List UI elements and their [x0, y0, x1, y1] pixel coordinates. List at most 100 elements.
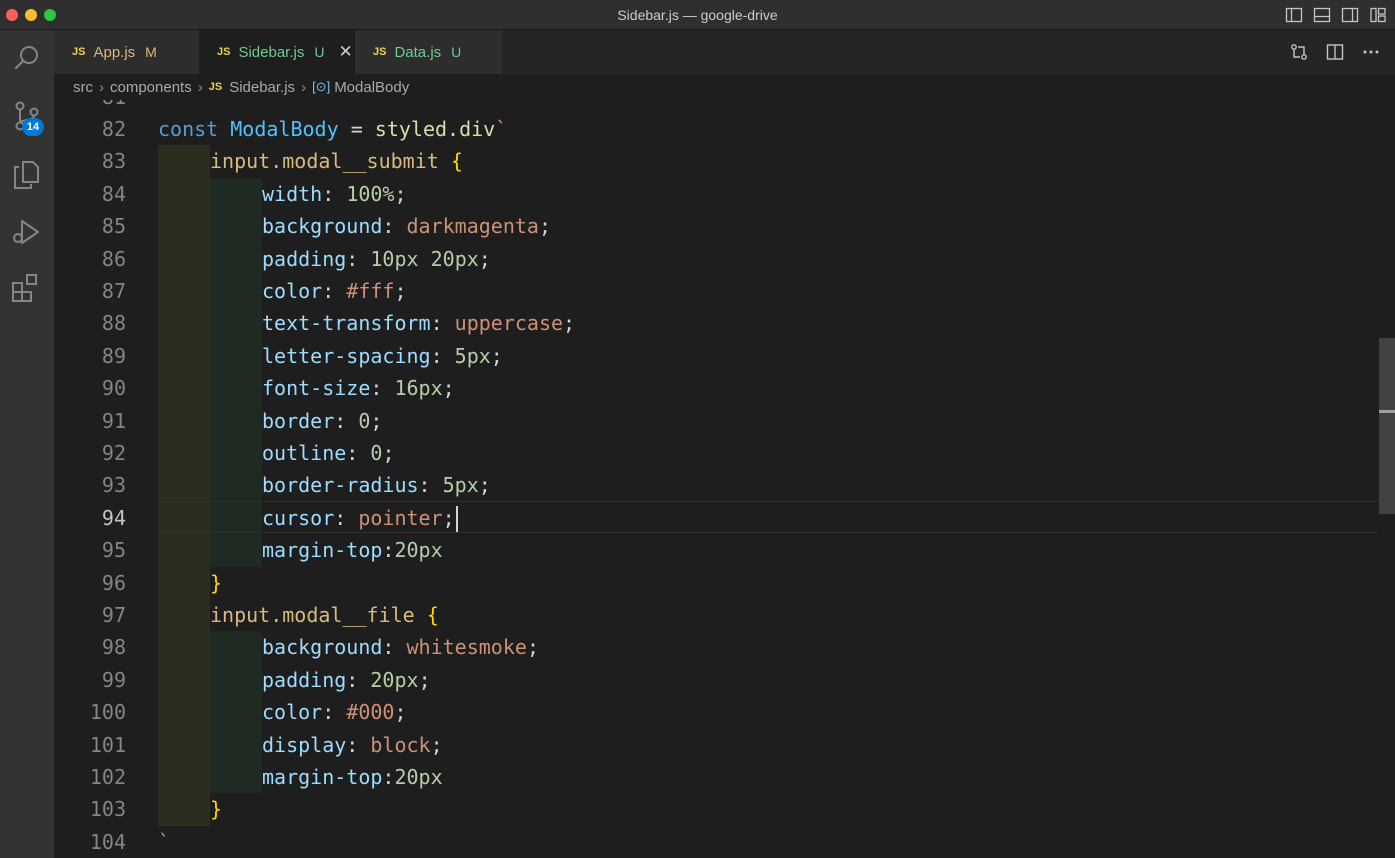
line-number: 84	[101, 181, 126, 206]
tab-sidebar-js[interactable]: JS Sidebar.js U ✕	[199, 30, 355, 74]
indent-guide	[210, 339, 262, 373]
code-line[interactable]: font-size: 16px;	[262, 372, 455, 404]
breadcrumb-item-src[interactable]: src	[73, 79, 93, 96]
code-line[interactable]: const ModalBody = styled.div`	[158, 113, 507, 145]
code-line[interactable]: display: block;	[262, 729, 443, 761]
line-number: 82	[101, 117, 126, 141]
indent-guide	[158, 631, 210, 664]
indent-guide	[158, 793, 210, 826]
git-status-badge: U	[451, 44, 462, 60]
toggle-panel-icon[interactable]	[1313, 6, 1331, 24]
line-number: 95	[101, 538, 126, 563]
split-editor-icon[interactable]	[1325, 42, 1345, 67]
code-line[interactable]: border-radius: 5px;	[262, 469, 491, 501]
indent-guide	[158, 145, 210, 178]
javascript-file-icon: JS	[208, 81, 223, 93]
indent-guide	[210, 534, 262, 567]
more-actions-icon[interactable]	[1361, 42, 1381, 67]
code-line[interactable]: padding: 10px 20px;	[262, 243, 491, 275]
line-number: 93	[101, 473, 126, 498]
code-line[interactable]: background: darkmagenta;	[262, 210, 551, 242]
symbol-variable-icon: [⊙]	[312, 79, 331, 94]
indent-guide	[210, 728, 262, 761]
indent-guide	[210, 761, 262, 794]
javascript-file-icon: JS	[373, 46, 387, 58]
line-number: 88	[101, 311, 126, 336]
line-number: 87	[101, 279, 126, 303]
indent-guide	[158, 372, 210, 405]
indent-guide	[158, 177, 210, 211]
javascript-file-icon: JS	[217, 46, 231, 58]
line-number: 91	[101, 408, 126, 433]
indent-guide	[158, 275, 210, 308]
code-line[interactable]: padding: 20px;	[262, 664, 431, 696]
search-icon[interactable]	[9, 40, 45, 76]
code-line[interactable]: color: #000;	[262, 696, 407, 728]
chevron-right-icon: ›	[197, 78, 203, 96]
code-line[interactable]: border: 0;	[262, 405, 382, 437]
code-line[interactable]: margin-top:20px	[262, 534, 443, 566]
code-line[interactable]: outline: 0;	[262, 437, 394, 469]
breadcrumb-item-symbol[interactable]: ModalBody	[334, 79, 409, 96]
tab-app-js[interactable]: JS App.js M	[54, 30, 199, 74]
indent-guide	[158, 210, 210, 243]
code-line[interactable]: }	[210, 793, 222, 825]
line-number: 104	[89, 829, 126, 854]
line-number: 89	[101, 343, 126, 368]
line-number: 81	[54, 100, 126, 113]
line-number: 92	[101, 441, 126, 465]
line-number: 96	[101, 570, 126, 595]
tab-label: App.js	[93, 43, 136, 61]
indent-guide	[158, 696, 210, 729]
indent-guide	[158, 534, 210, 567]
code-line[interactable]: input.modal__submit {	[210, 145, 463, 177]
code-line[interactable]: text-transform: uppercase;	[262, 307, 575, 339]
code-line[interactable]: background: whitesmoke;	[262, 631, 539, 663]
line-number: 100	[89, 700, 126, 725]
scrollbar-thumb[interactable]	[1379, 338, 1395, 514]
indent-guide	[158, 339, 210, 373]
source-control-badge: 14	[22, 118, 44, 136]
chevron-right-icon: ›	[99, 78, 104, 96]
indent-guide	[158, 307, 210, 340]
close-icon[interactable]: ✕	[338, 42, 352, 62]
code-line[interactable]: input.modal__file {	[210, 599, 439, 631]
code-line[interactable]: margin-top:20px	[262, 761, 443, 793]
code-editor[interactable]: 81 82 83 84 85 86 87 88 89 90 91 92 93 94 95 96 97 98 99 10…	[54, 100, 1395, 858]
indent-guide	[210, 177, 262, 211]
code-line[interactable]: width: 100%;	[262, 178, 407, 210]
line-number: 85	[101, 214, 126, 239]
toggle-secondary-sidebar-icon[interactable]	[1341, 6, 1359, 24]
line-number: 103	[89, 797, 126, 822]
line-number: 98	[101, 635, 126, 660]
line-number: 83	[101, 149, 126, 174]
extensions-icon[interactable]	[9, 270, 45, 306]
indent-guide	[158, 404, 210, 437]
code-line[interactable]: }	[210, 567, 222, 599]
breadcrumb-item-components[interactable]: components	[110, 79, 192, 96]
line-number: 90	[101, 376, 126, 401]
breadcrumb: src › components › JS Sidebar.js › [⊙] M…	[54, 74, 1395, 100]
code-line[interactable]: cursor: pointer;	[262, 502, 458, 534]
explorer-icon[interactable]	[9, 156, 45, 192]
code-line[interactable]: `	[158, 826, 170, 858]
code-line[interactable]: color: #fff;	[262, 275, 407, 307]
code-line[interactable]: letter-spacing: 5px;	[262, 340, 503, 372]
open-changes-icon[interactable]	[1289, 42, 1309, 67]
line-number: 97	[101, 603, 126, 627]
git-status-badge: M	[145, 44, 157, 60]
tab-label: Data.js	[394, 43, 442, 61]
indent-guide	[210, 631, 262, 664]
indent-guide	[210, 696, 262, 729]
run-and-debug-icon[interactable]	[9, 214, 45, 250]
tab-data-js[interactable]: JS Data.js U	[355, 30, 502, 74]
toggle-primary-sidebar-icon[interactable]	[1285, 6, 1303, 24]
tab-bar: JS App.js M JS Sidebar.js U ✕ JS Data.js…	[54, 30, 1395, 74]
indent-guide	[158, 599, 210, 632]
customize-layout-icon[interactable]	[1369, 6, 1387, 24]
javascript-file-icon: JS	[72, 46, 86, 58]
indent-guide	[210, 210, 262, 243]
tab-label: Sidebar.js	[238, 43, 305, 61]
scrollbar-cursor-marker	[1379, 410, 1395, 413]
breadcrumb-item-file[interactable]: Sidebar.js	[229, 79, 295, 96]
